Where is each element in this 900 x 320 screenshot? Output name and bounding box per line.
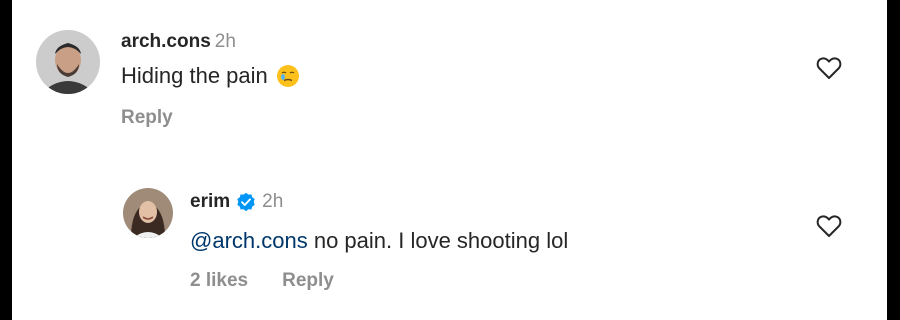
reply-button[interactable]: Reply: [282, 270, 334, 291]
heart-icon[interactable]: [816, 56, 842, 80]
reply-text: @arch.cons no pain. I love shooting lol: [190, 228, 568, 254]
reply-body: no pain. I love shooting lol: [307, 228, 569, 253]
timestamp: 2h: [214, 31, 236, 52]
user-avatar-woman-icon: [123, 188, 173, 238]
likes-count[interactable]: 2 likes: [190, 270, 248, 291]
reply-button[interactable]: Reply: [121, 107, 173, 129]
mention-link[interactable]: @arch.cons: [190, 228, 308, 253]
comment-header: arch.cons 2h: [121, 31, 236, 53]
comments-panel: arch.cons 2h Hiding the pain Reply erim …: [12, 0, 887, 320]
username[interactable]: arch.cons: [121, 31, 211, 52]
user-avatar-man-icon: [36, 30, 100, 94]
verified-badge-icon: [236, 192, 256, 212]
avatar[interactable]: [36, 30, 100, 94]
avatar[interactable]: [123, 188, 173, 238]
face-holding-back-tears-icon: [276, 64, 300, 88]
comment-text: Hiding the pain: [121, 63, 300, 89]
timestamp: 2h: [262, 191, 284, 212]
heart-icon[interactable]: [816, 214, 842, 238]
username[interactable]: erim: [190, 191, 230, 213]
comment-body: Hiding the pain: [121, 63, 268, 88]
reply-header: erim 2h: [190, 191, 283, 213]
reply-meta: 2 likes Reply: [190, 270, 334, 292]
